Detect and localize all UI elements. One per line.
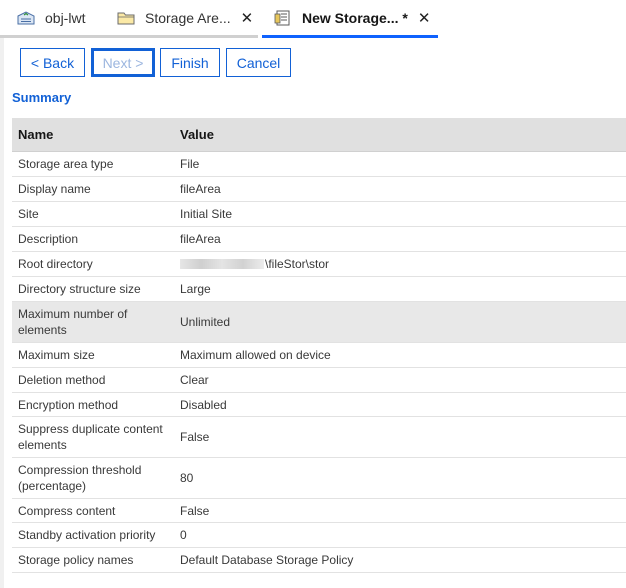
- next-button[interactable]: Next >: [91, 48, 155, 77]
- table-row: Compression threshold (percentage) 80: [12, 458, 626, 499]
- table-row: Description fileArea: [12, 227, 626, 252]
- row-name: Encryption method: [18, 397, 119, 412]
- row-value: fileArea: [180, 232, 221, 246]
- row-name: Deletion method: [18, 373, 106, 387]
- summary-title: Summary: [12, 90, 72, 105]
- tab-label: Storage Are...: [145, 9, 231, 26]
- row-name: Site: [18, 207, 39, 221]
- table-row: Root directory \fileStor\stor: [12, 252, 626, 277]
- name-column-header: Name: [18, 127, 54, 142]
- table-row: Site Initial Site: [12, 202, 626, 227]
- row-value: Disabled: [180, 397, 227, 412]
- row-value: Clear: [180, 373, 209, 387]
- row-value: False: [180, 430, 210, 444]
- left-edge-divider: [0, 38, 4, 588]
- close-icon[interactable]: ✕: [241, 9, 254, 27]
- table-header: Name Value: [12, 118, 626, 152]
- table-row: Storage area type File: [12, 152, 626, 177]
- row-value: Unlimited: [180, 315, 231, 329]
- tab-storage-areas[interactable]: Storage Are... ✕: [112, 0, 258, 38]
- row-value: File: [180, 157, 200, 171]
- row-value: Large: [180, 282, 211, 296]
- table-row-highlighted: Maximum number of elements Unlimited: [12, 302, 626, 343]
- folder-icon: [117, 10, 135, 26]
- row-name: Root directory: [18, 257, 93, 271]
- tab-new-storage[interactable]: New Storage... * ✕: [262, 0, 438, 38]
- row-value-container: \fileStor\stor: [174, 256, 329, 272]
- row-value: Maximum allowed on device: [180, 348, 331, 362]
- table-row: Compress content False: [12, 499, 626, 523]
- row-value: \fileStor\stor: [265, 257, 330, 271]
- close-icon[interactable]: ✕: [418, 9, 431, 27]
- row-name: Description: [18, 232, 79, 246]
- summary-table: Name Value Storage area type File Displa…: [12, 118, 626, 573]
- object-store-icon: [17, 10, 35, 26]
- row-name: Compression threshold (percentage): [18, 463, 142, 493]
- row-name: Storage policy names: [18, 553, 134, 567]
- row-name: Standby activation priority: [18, 528, 156, 542]
- row-name: Directory structure size: [18, 282, 141, 296]
- table-row: Standby activation priority 0: [12, 523, 626, 548]
- cancel-button[interactable]: Cancel: [226, 48, 291, 77]
- row-name: Storage area type: [18, 157, 114, 171]
- row-value: 0: [180, 528, 187, 542]
- value-column-header: Value: [180, 127, 214, 142]
- row-name: Maximum number of elements: [18, 307, 128, 337]
- table-row: Display name fileArea: [12, 177, 626, 202]
- document-icon: [274, 10, 292, 26]
- redacted-path: [180, 259, 264, 269]
- table-row: Encryption method Disabled: [12, 393, 626, 417]
- tab-bar: obj-lwt Storage Are... ✕ New Storage... …: [0, 0, 626, 38]
- row-value: fileArea: [180, 182, 221, 196]
- back-button[interactable]: < Back: [20, 48, 85, 77]
- row-value: 80: [180, 471, 194, 485]
- finish-button[interactable]: Finish: [160, 48, 220, 77]
- table-row: Deletion method Clear: [12, 368, 626, 393]
- tab-obj-lwt[interactable]: obj-lwt: [0, 0, 130, 38]
- tab-label: New Storage... *: [302, 9, 408, 26]
- table-row: Suppress duplicate content elements Fals…: [12, 417, 626, 458]
- table-row: Maximum size Maximum allowed on device: [12, 343, 626, 368]
- row-value: Initial Site: [180, 207, 233, 221]
- row-value: False: [180, 503, 210, 518]
- row-name: Compress content: [18, 503, 116, 518]
- row-name: Suppress duplicate content elements: [18, 422, 163, 452]
- row-value: Default Database Storage Policy: [180, 553, 354, 567]
- tab-label: obj-lwt: [45, 9, 86, 26]
- row-name: Maximum size: [18, 348, 95, 362]
- table-row: Storage policy names Default Database St…: [12, 548, 626, 573]
- table-row: Directory structure size Large: [12, 277, 626, 302]
- row-name: Display name: [18, 182, 91, 196]
